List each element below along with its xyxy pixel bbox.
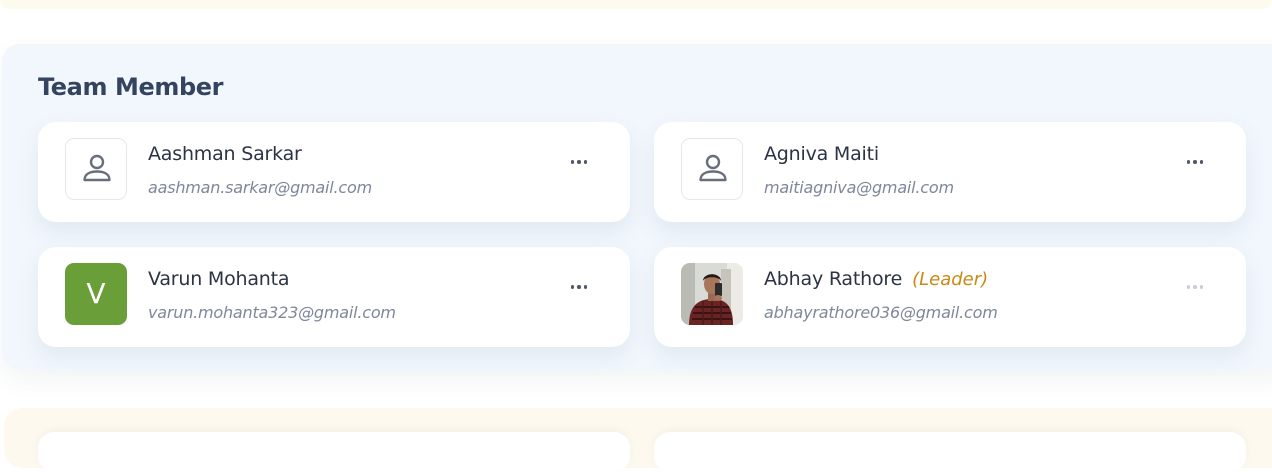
member-email: varun.mohanta323@gmail.com [148,303,396,322]
member-email: maitiagniva@gmail.com [764,178,954,197]
more-horizontal-icon-dot [1199,285,1204,289]
member-name: Aashman Sarkar [148,143,302,165]
more-horizontal-icon-dot [570,285,575,289]
user-icon [699,154,727,182]
next-section-card [654,432,1246,472]
member-name-row: Agniva Maiti [764,143,879,165]
more-options-button[interactable] [1182,152,1208,172]
more-horizontal-icon-dot [1193,285,1197,289]
user-icon [83,154,111,182]
member-card: Agniva Maiti maitiagniva@gmail.com [654,122,1246,222]
avatar-initial: V [65,263,127,325]
more-options-button[interactable] [1182,277,1208,297]
member-name-row: Aashman Sarkar [148,143,302,165]
more-horizontal-icon-dot [583,160,588,164]
more-horizontal-icon-dot [577,285,581,289]
member-name: Varun Mohanta [148,268,290,290]
member-name-row: Abhay Rathore (Leader) [764,268,988,290]
more-horizontal-icon-dot [1199,160,1204,164]
more-horizontal-icon-dot [1193,160,1197,164]
more-horizontal-icon-dot [1186,160,1191,164]
member-name: Abhay Rathore [764,268,903,290]
more-horizontal-icon-dot [1186,285,1191,289]
profile-photo [681,263,743,325]
member-card: Abhay Rathore (Leader) abhayrathore036@gm… [654,247,1246,347]
more-options-button[interactable] [566,152,592,172]
next-section-card [38,432,630,472]
section-title: Team Member [38,73,224,101]
more-options-button[interactable] [566,277,592,297]
member-name: Agniva Maiti [764,143,879,165]
avatar [681,138,743,200]
avatar-photo [681,263,743,325]
avatar [65,138,127,200]
leader-label: (Leader) [912,269,989,290]
member-card: Aashman Sarkar aashman.sarkar@gmail.com [38,122,630,222]
member-email: aashman.sarkar@gmail.com [148,178,372,197]
member-email: abhayrathore036@gmail.com [764,303,998,322]
member-name-row: Varun Mohanta [148,268,290,290]
more-horizontal-icon-dot [583,285,588,289]
more-horizontal-icon-dot [570,160,575,164]
previous-section-edge [0,0,1272,9]
more-horizontal-icon-dot [577,160,581,164]
member-card: V Varun Mohanta varun.mohanta323@gmail.c… [38,247,630,347]
